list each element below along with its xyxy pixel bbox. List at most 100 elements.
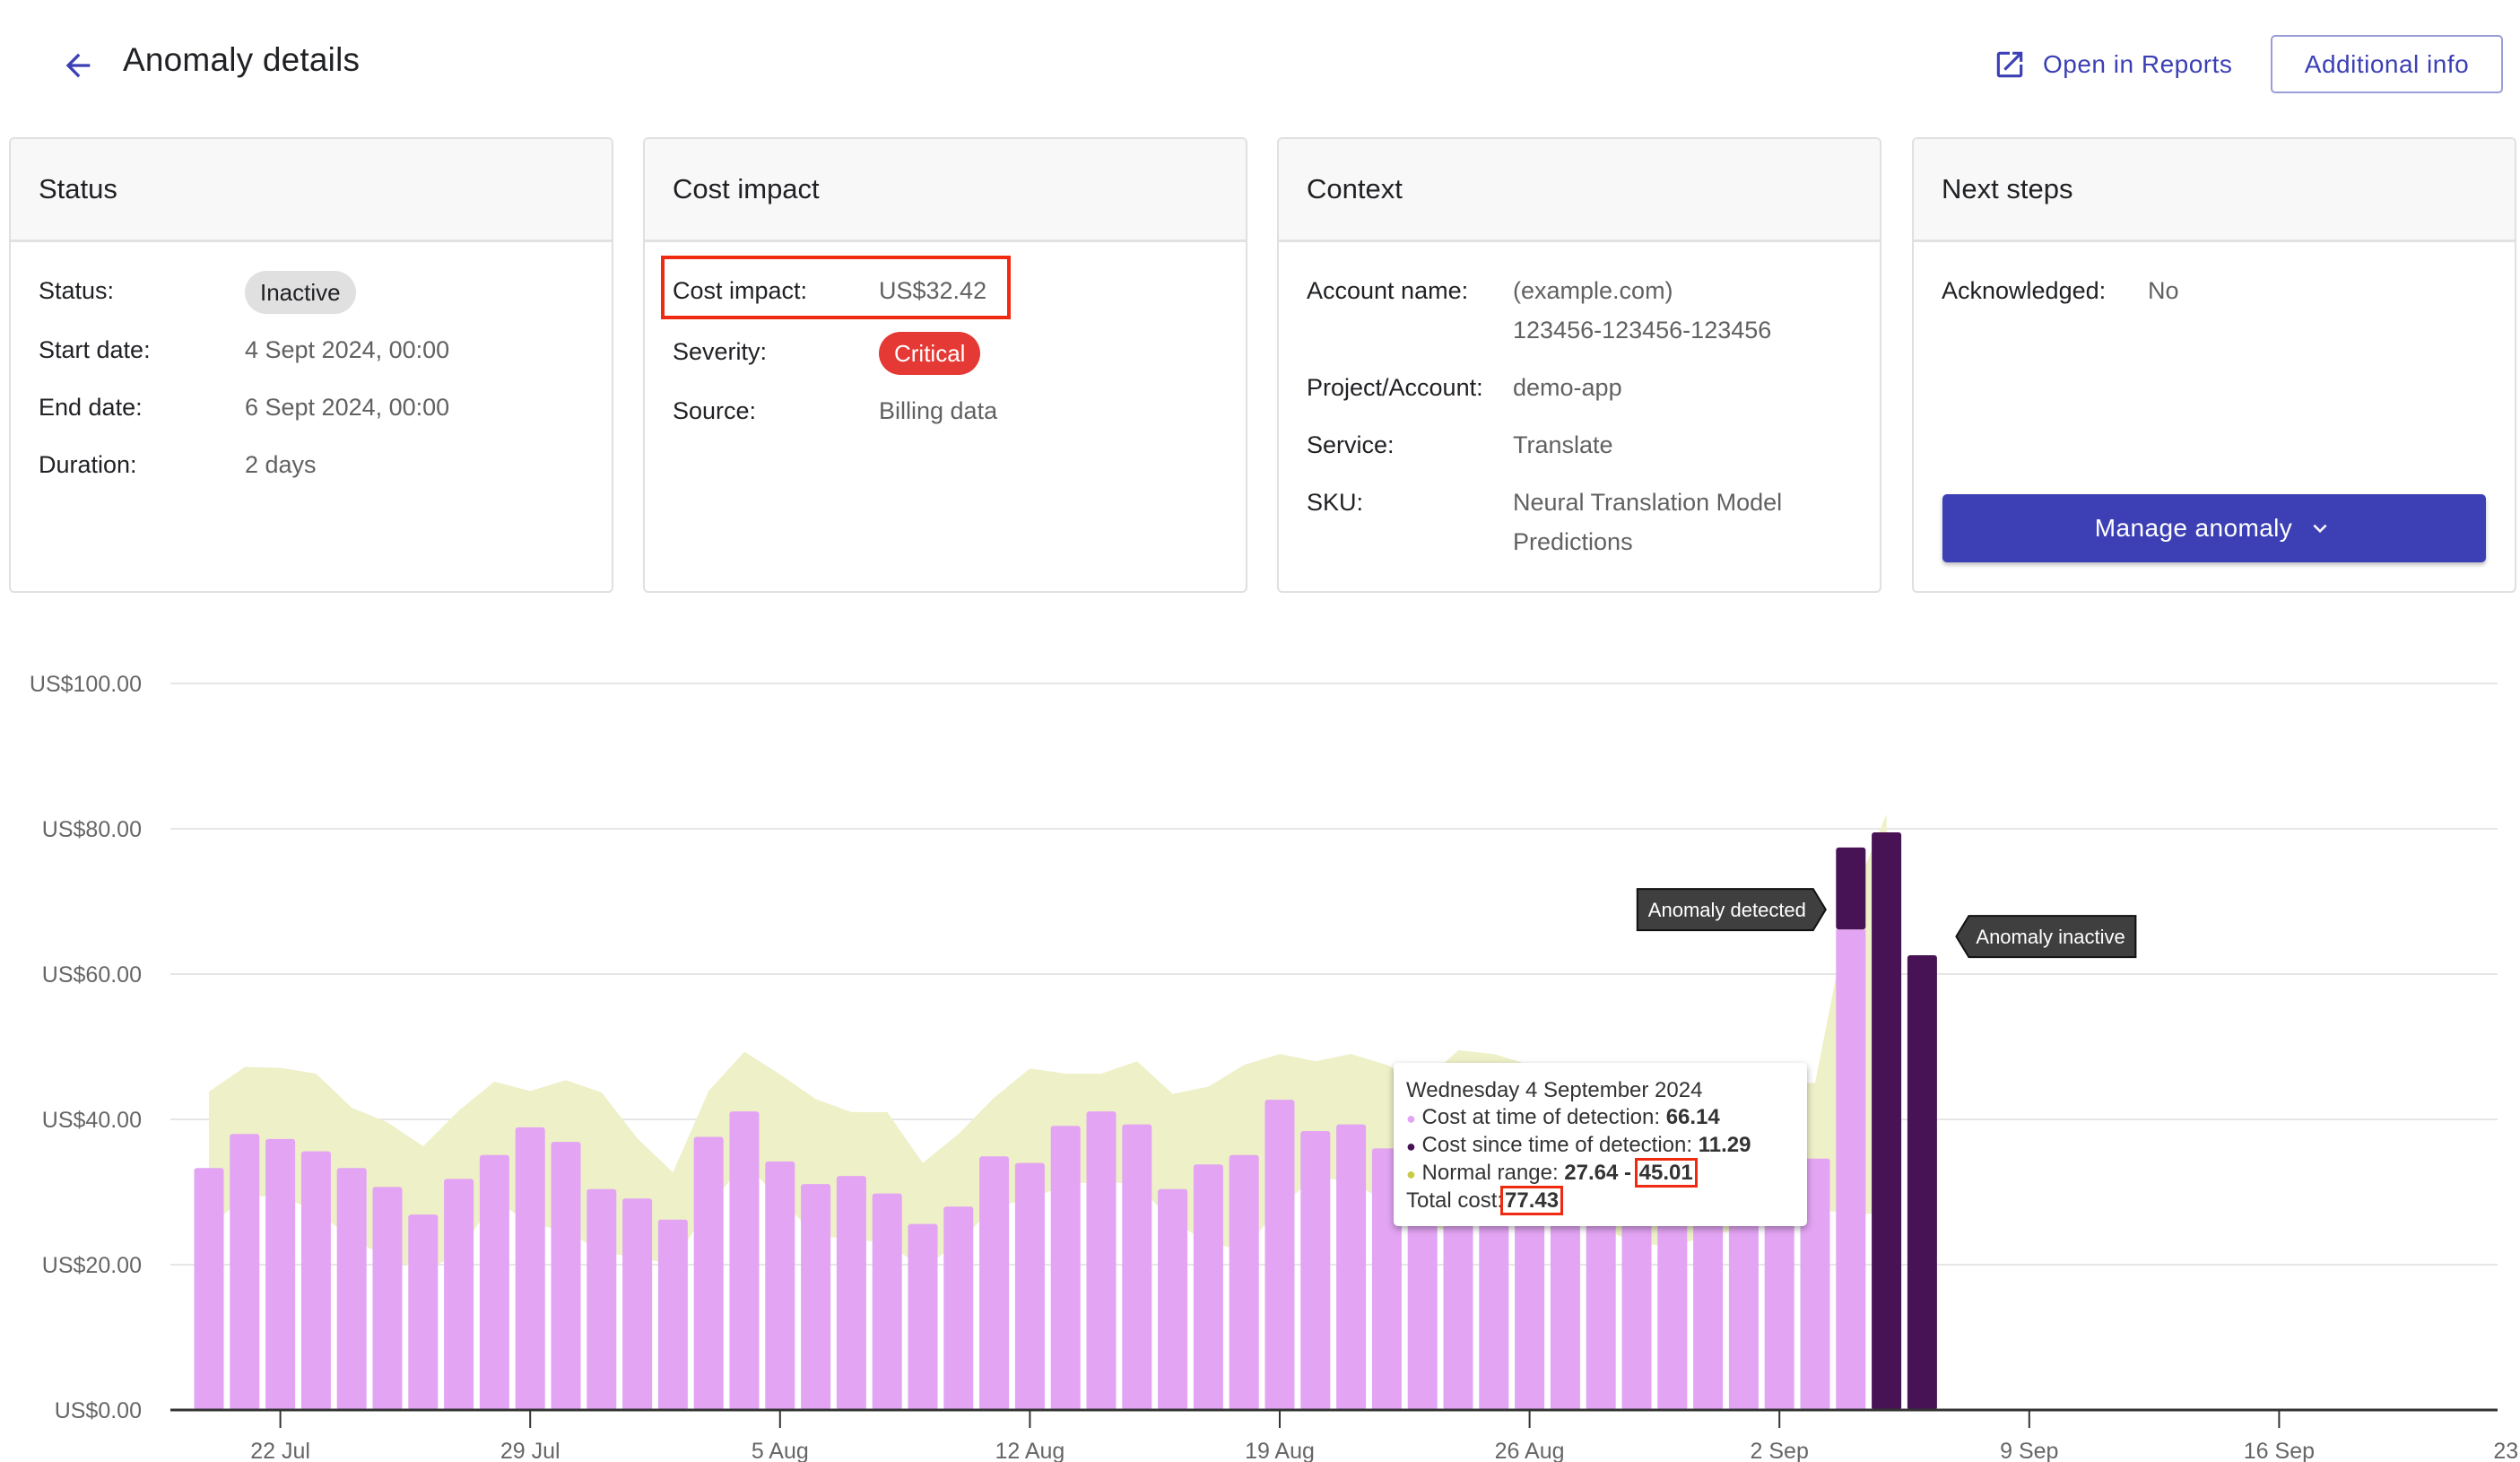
cost-impact-label: Cost impact: (673, 277, 808, 304)
bar-cost-at-detection (372, 1187, 403, 1410)
y-tick-label: US$60.00 (42, 962, 142, 988)
y-tick-label: US$40.00 (42, 1108, 142, 1133)
open-in-reports-link[interactable]: Open in Reports (1993, 45, 2232, 84)
tooltip-title: Wednesday 4 September 2024 (1406, 1078, 1703, 1102)
status-card: Status Status: Inactive Start date: 4 Se… (9, 137, 613, 593)
x-tick-label: 12 Aug (995, 1439, 1064, 1462)
status-row: Status: Inactive (39, 271, 584, 314)
back-button[interactable] (56, 43, 100, 88)
y-tick-label: US$80.00 (42, 817, 142, 842)
bar-cost-at-detection (1229, 1154, 1259, 1410)
bar-cost-at-detection (515, 1127, 545, 1410)
x-axis: 22 Jul 29 Jul 5 Aug 12 Aug 19 Aug 26 Aug 2 Sep… (170, 1408, 2520, 1462)
start-date-value: 4 Sept 2024, 00:00 (245, 336, 450, 363)
bar-cost-at-detection (1050, 1126, 1081, 1410)
x-tick-label: 9 Sep (2000, 1439, 2058, 1462)
bar-cost-at-detection (1336, 1124, 1367, 1410)
bar-cost-at-detection (1300, 1130, 1331, 1410)
tooltip-line-since: ● Cost since time of detection: 11.29 (1406, 1133, 1751, 1157)
normal-range-upper-highlight: 45.01 (1634, 1158, 1698, 1188)
bar-cost-since-detection (1872, 832, 1902, 1410)
status-label: Status: (39, 277, 115, 304)
sku-value: Neural Translation Model (1513, 489, 1783, 516)
page-header: Anomaly details Open in Reports Addition… (0, 0, 2520, 135)
cost-chart: 22 Jul 29 Jul 5 Aug 12 Aug 19 Aug 26 Aug 2 Sep… (0, 628, 2520, 1462)
tooltip-line-normal: ● Normal range: 27.64 - 45.01 (1406, 1158, 1698, 1188)
start-date-label: Start date: (39, 336, 151, 363)
severity-label: Severity: (673, 338, 768, 365)
dot-icon: ● (1406, 1165, 1416, 1183)
cost-impact-row: Cost impact: US$32.42 (673, 271, 1218, 310)
arrow-left-icon (65, 53, 91, 78)
bar-cost-since-detection (1907, 954, 1937, 1410)
x-tick-label: 2 Sep (1751, 1439, 1809, 1462)
account-name-label: Account name: (1307, 277, 1469, 304)
project-label: Project/Account: (1307, 374, 1483, 401)
account-name-value: (example.com) (1513, 277, 1673, 304)
sku-row: SKU: Neural Translation Model Prediction… (1307, 483, 1852, 561)
service-row: Service: Translate (1307, 425, 1852, 465)
acknowledged-value: No (2148, 277, 2179, 304)
bar-cost-at-detection (1193, 1164, 1223, 1410)
bar-cost-at-detection (1086, 1111, 1117, 1410)
severity-badge: Critical (879, 332, 981, 375)
sku-label: SKU: (1307, 489, 1364, 516)
y-axis: US$0.00 US$20.00 US$40.00 US$60.00 US$80.00 U… (30, 672, 142, 1423)
total-cost-highlight: 77.43 (1500, 1186, 1564, 1215)
page-title: Anomaly details (123, 41, 361, 78)
x-tick-label: 29 Jul (500, 1439, 560, 1462)
end-date-row: End date: 6 Sept 2024, 00:00 (39, 387, 584, 427)
bar-cost-at-detection (657, 1219, 688, 1410)
bar-cost-at-detection (265, 1138, 296, 1410)
bar-cost-at-detection (908, 1223, 938, 1410)
start-date-row: Start date: 4 Sept 2024, 00:00 (39, 330, 584, 370)
bar-cost-at-detection (979, 1156, 1010, 1410)
bar-cost-at-detection (622, 1198, 653, 1410)
annotation-text: Anomaly inactive (1976, 926, 2125, 948)
source-label: Source: (673, 397, 757, 424)
manage-anomaly-button[interactable]: Manage anomaly (1942, 494, 2486, 562)
y-tick-label: US$20.00 (42, 1253, 142, 1278)
bar-cost-at-detection (444, 1179, 474, 1410)
dot-icon: ● (1406, 1110, 1416, 1127)
cost-impact-card-title: Cost impact (645, 139, 1246, 242)
x-tick-label: 5 Aug (752, 1439, 809, 1462)
bar-cost-at-detection (230, 1134, 260, 1410)
tooltip-line-detection: ● Cost at time of detection: 66.14 (1406, 1105, 1720, 1129)
y-tick-label: US$0.00 (55, 1398, 142, 1423)
duration-row: Duration: 2 days (39, 445, 584, 484)
bar-cost-since-detection (1836, 847, 1866, 930)
bar-cost-at-detection (729, 1111, 760, 1410)
y-tick-label: US$100.00 (30, 672, 142, 697)
bar-cost-at-detection (1264, 1100, 1295, 1410)
bar-cost-at-detection (479, 1154, 509, 1410)
tooltip-total: Total cost:77.43 (1406, 1186, 1564, 1215)
bar-cost-at-detection (693, 1136, 724, 1410)
x-tick-label: 23 Sep (2493, 1439, 2520, 1462)
bar-cost-at-detection (836, 1176, 866, 1410)
x-tick-label: 16 Sep (2244, 1439, 2315, 1462)
x-tick-label: 19 Aug (1245, 1439, 1315, 1462)
cost-impact-card: Cost impact Cost impact: US$32.42 Severi… (643, 137, 1247, 593)
bar-cost-at-detection (1836, 929, 1866, 1410)
end-date-value: 6 Sept 2024, 00:00 (245, 394, 450, 421)
cost-impact-value: US$32.42 (879, 277, 987, 304)
sku-value-line2: Predictions (1513, 528, 1633, 555)
acknowledged-label: Acknowledged: (1942, 277, 2107, 304)
project-value: demo-app (1513, 374, 1622, 401)
status-card-title: Status (11, 139, 612, 242)
additional-info-button[interactable]: Additional info (2271, 35, 2503, 93)
anomaly-detected-label: Anomaly detected (1636, 888, 1827, 932)
next-steps-card-title: Next steps (1914, 139, 2515, 242)
context-card-title: Context (1279, 139, 1880, 242)
context-card: Context Account name: (example.com) 1234… (1277, 137, 1881, 593)
account-name-row: Account name: (example.com) 123456-12345… (1307, 271, 1852, 350)
annotation-text: Anomaly detected (1648, 899, 1806, 921)
chart-tooltip: Wednesday 4 September 2024 ● Cost at tim… (1394, 1063, 1807, 1226)
bar-cost-at-detection (300, 1151, 331, 1410)
x-tick-label: 22 Jul (250, 1439, 310, 1462)
duration-value: 2 days (245, 451, 317, 478)
service-value: Translate (1513, 431, 1613, 458)
anomaly-inactive-label: Anomaly inactive (1955, 915, 2137, 959)
dot-icon: ● (1406, 1137, 1416, 1155)
